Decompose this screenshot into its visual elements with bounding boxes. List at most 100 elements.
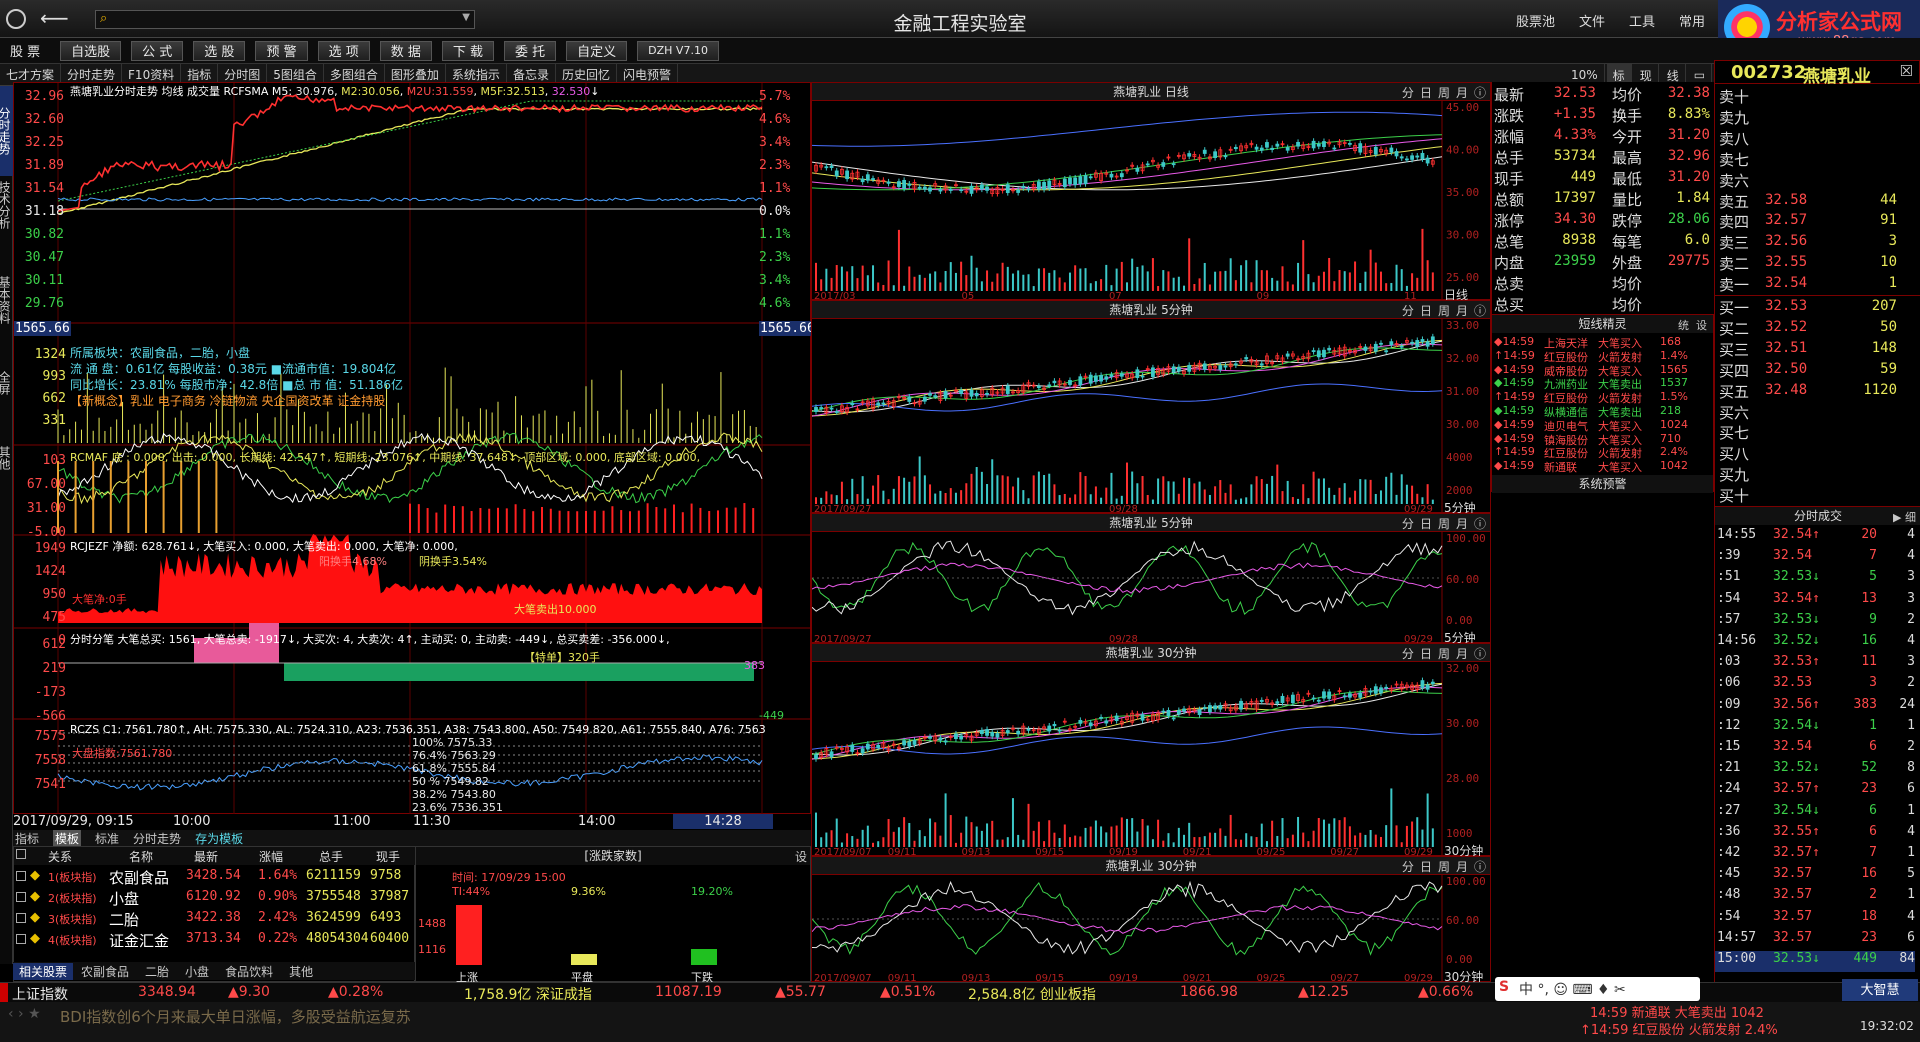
order-level[interactable]: 买六 bbox=[1715, 402, 1915, 423]
col-change[interactable]: 涨幅 bbox=[259, 848, 283, 865]
kline-period-tab[interactable]: 分 bbox=[1402, 515, 1414, 532]
dzh-brand[interactable]: 大智慧 bbox=[1842, 979, 1918, 1001]
kline-period-tab[interactable]: 周 bbox=[1438, 858, 1450, 875]
order-level[interactable]: 卖十 bbox=[1715, 86, 1915, 107]
cyb-index-name[interactable]: 2,584.8亿 创业板指 bbox=[968, 984, 1096, 1004]
sprite-item[interactable]: ◆14:59 镇海股份 大笔买入 710 bbox=[1492, 432, 1702, 447]
system-alert-tab[interactable]: 系统预警 bbox=[1492, 475, 1713, 493]
menu-data[interactable]: 数 据 bbox=[379, 40, 432, 61]
menu-custom[interactable]: 自定义 bbox=[566, 40, 628, 61]
menu-options[interactable]: 选 项 bbox=[317, 40, 370, 61]
menu-trade[interactable]: 委 托 bbox=[504, 40, 557, 61]
menu-formula[interactable]: 公 式 bbox=[131, 40, 184, 61]
kline-period-tab[interactable]: 月 bbox=[1456, 84, 1468, 101]
kline-period-tab[interactable]: 周 bbox=[1438, 645, 1450, 662]
sprite-item[interactable]: ◆14:59 迪贝电气 大笔买入 1024 bbox=[1492, 418, 1702, 433]
col-now[interactable]: 现手 bbox=[376, 848, 400, 865]
order-level[interactable]: 买一 32.53 207 bbox=[1715, 297, 1915, 318]
sprite-item[interactable]: ↑14:59 红豆股份 火箭发射 2.4% bbox=[1492, 445, 1702, 460]
order-level[interactable]: 买三 32.51 148 bbox=[1715, 339, 1915, 360]
tab-smallcap[interactable]: 小盘 bbox=[177, 963, 217, 980]
order-level[interactable]: 卖一 32.54 1 bbox=[1715, 274, 1915, 295]
kline-period-tab[interactable]: 日 bbox=[1420, 645, 1432, 662]
tab-other[interactable]: 其他 bbox=[281, 963, 321, 980]
ime-toolbar[interactable]: S 中 °, ☺ ⌨ ♦ ✂ bbox=[1495, 977, 1700, 1001]
sprite-item[interactable]: ◆14:59 新通联 大笔买入 1042 bbox=[1492, 459, 1702, 474]
order-level[interactable]: 卖九 bbox=[1715, 107, 1915, 128]
tab-intraday[interactable]: 分时走势 bbox=[133, 830, 181, 847]
sprite-item[interactable]: ◆14:59 纵横通信 大笔卖出 218 bbox=[1492, 404, 1702, 419]
kline-period-tab[interactable]: 月 bbox=[1456, 302, 1468, 319]
table-row[interactable]: ◆ 2(板块指) 小盘 6120.92 0.90% 3755548 37987 bbox=[14, 888, 414, 908]
menu-version[interactable]: DZH V7.10 bbox=[637, 40, 719, 61]
col-volume[interactable]: 总手 bbox=[319, 848, 343, 865]
ime-chinese-icon[interactable]: 中 °, ☺ ⌨ ♦ ✂ bbox=[1519, 979, 1626, 999]
short-sprite-settings[interactable]: 设 bbox=[1696, 317, 1707, 333]
menu-stockpool[interactable]: 股票池 bbox=[1516, 11, 1555, 30]
order-level[interactable]: 买十 bbox=[1715, 485, 1915, 506]
ticks-expand-icon[interactable]: ▶ 细 bbox=[1893, 509, 1916, 525]
close-icon[interactable]: ☒ bbox=[1900, 62, 1913, 80]
kline-panel[interactable]: 燕塘乳业 5分钟分日周月 ⓘ 100.00 60.00 0.00 2017/09/27 09… bbox=[811, 513, 1491, 644]
order-level[interactable]: 买五 32.48 1120 bbox=[1715, 381, 1915, 402]
order-level[interactable]: 买七 bbox=[1715, 422, 1915, 443]
kline-panel[interactable]: 燕塘乳业 30分钟分日周月 ⓘ 100.00 60.00 0.00 2017/09/07 0… bbox=[811, 856, 1491, 983]
kline-period-tab[interactable]: 日 bbox=[1420, 84, 1432, 101]
order-level[interactable]: 买二 32.52 50 bbox=[1715, 318, 1915, 339]
back-arrow-icon[interactable]: ⟵ bbox=[40, 6, 69, 30]
chevron-down-icon[interactable]: ▼ bbox=[462, 12, 470, 23]
sprite-item[interactable]: ◆14:59 九洲药业 大笔卖出 1537 bbox=[1492, 376, 1702, 391]
order-level[interactable]: 买八 bbox=[1715, 443, 1915, 464]
order-level[interactable]: 买九 bbox=[1715, 464, 1915, 485]
col-last[interactable]: 最新 bbox=[194, 848, 218, 865]
order-level[interactable]: 卖三 32.56 3 bbox=[1715, 232, 1915, 253]
table-row[interactable]: ◆ 3(板块指) 二胎 3422.38 2.42% 3624599 6493 bbox=[14, 909, 414, 929]
select-all-checkbox[interactable] bbox=[16, 849, 26, 859]
table-row[interactable]: ◆ 1(板块指) 农副食品 3428.54 1.64% 6211159 9758 bbox=[14, 867, 414, 887]
kline-period-tab[interactable]: 月 bbox=[1456, 515, 1468, 532]
kline-period-tab[interactable]: 周 bbox=[1438, 84, 1450, 101]
side-tab-other[interactable]: 其他 bbox=[0, 446, 13, 486]
side-tab-intraday[interactable]: 分时走势 bbox=[0, 86, 13, 176]
tab-secondchild[interactable]: 二胎 bbox=[137, 963, 177, 980]
kline-period-tab[interactable]: 月 bbox=[1456, 645, 1468, 662]
kline-period-tab[interactable]: 分 bbox=[1402, 645, 1414, 662]
kline-panel[interactable]: 燕塘乳业 5分钟 分日周月 ⓘ 33.00 32.00 31.00 30.00 4000 200… bbox=[811, 300, 1491, 514]
sh-index-name[interactable]: 上证指数 bbox=[12, 984, 68, 1004]
tab-template[interactable]: 模板 bbox=[53, 829, 82, 847]
tab-related[interactable]: 相关股票 bbox=[13, 962, 74, 980]
menu-alert[interactable]: 预 警 bbox=[255, 40, 308, 61]
kline-period-tab[interactable]: 周 bbox=[1438, 515, 1450, 532]
search-input[interactable]: ⌕ ▼ bbox=[95, 10, 475, 29]
table-row[interactable]: ◆ 4(板块指) 证金汇金 3713.34 0.22% 48054304 60400 bbox=[14, 930, 414, 950]
kline-period-tab[interactable]: 分 bbox=[1402, 84, 1414, 101]
col-relation[interactable]: 关系 bbox=[48, 848, 72, 865]
menu-file[interactable]: 文件 bbox=[1579, 11, 1605, 30]
kline-period-tab[interactable]: 日 bbox=[1420, 515, 1432, 532]
order-level[interactable]: 卖六 bbox=[1715, 170, 1915, 191]
news-headline[interactable]: BDI指数创6个月来最大单日涨幅，多股受益航运复苏 bbox=[60, 1006, 411, 1027]
kline-period-tab[interactable]: 分 bbox=[1402, 858, 1414, 875]
news-nav-icon[interactable]: ‹ › ★ bbox=[8, 1006, 41, 1022]
kline-period-tab[interactable]: 月 bbox=[1456, 858, 1468, 875]
kline-panel[interactable]: 燕塘乳业 日线分日周月 ⓘ 45.00 40.00 35.00 30.00 25.00 201… bbox=[811, 82, 1491, 301]
kline-period-tab[interactable]: 日 bbox=[1420, 858, 1432, 875]
side-tab-fundamental[interactable]: 基本资料 bbox=[0, 276, 13, 366]
tab-indicator[interactable]: 指标 bbox=[15, 830, 39, 847]
kline-period-tab[interactable]: 日 bbox=[1420, 302, 1432, 319]
sprite-item[interactable]: ◆14:59 上海天洋 大笔买入 168 bbox=[1492, 335, 1702, 350]
side-tab-technical[interactable]: 技术分析 bbox=[0, 181, 13, 271]
order-level[interactable]: 买四 32.50 59 bbox=[1715, 360, 1915, 381]
menu-stock[interactable]: 股 票 bbox=[0, 40, 51, 61]
order-level[interactable]: 卖二 32.55 10 bbox=[1715, 253, 1915, 274]
kline-panel[interactable]: 燕塘乳业 30分钟分日周月 ⓘ 32.00 30.00 28.00 1000 2017/09… bbox=[811, 643, 1491, 857]
sprite-item[interactable]: ↑14:59 红豆股份 火箭发射 1.4% bbox=[1492, 349, 1702, 364]
order-level[interactable]: 卖四 32.57 91 bbox=[1715, 211, 1915, 232]
kline-period-tab[interactable]: 分 bbox=[1402, 302, 1414, 319]
menu-common[interactable]: 常用 bbox=[1679, 11, 1705, 30]
tab-food[interactable]: 食品饮料 bbox=[217, 963, 281, 980]
menu-download[interactable]: 下 载 bbox=[441, 40, 494, 61]
kline-period-tab[interactable]: 周 bbox=[1438, 302, 1450, 319]
sprite-item[interactable]: ↑14:59 红豆股份 火箭发射 1.5% bbox=[1492, 390, 1702, 405]
short-sprite-stat[interactable]: 统 bbox=[1678, 317, 1689, 333]
